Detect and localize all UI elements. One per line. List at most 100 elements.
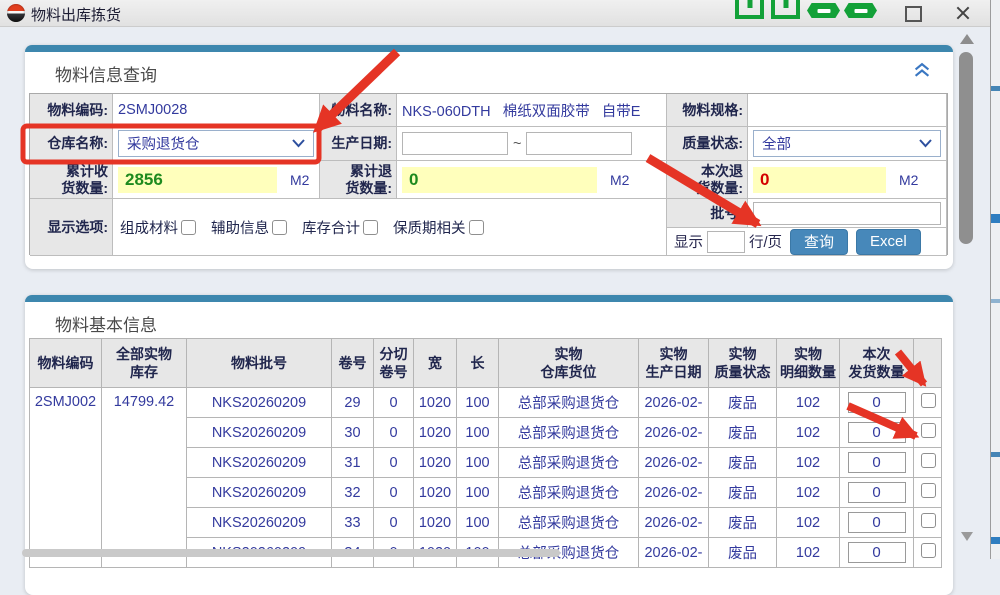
col-width: 宽 <box>414 339 457 388</box>
query-button[interactable]: 查询 <box>790 229 848 255</box>
production-date-label: 生产日期: <box>320 127 397 161</box>
scrollbar-down-arrow[interactable] <box>961 532 973 541</box>
background-window-fragment <box>991 86 1000 91</box>
query-form: 物料编码: 2SMJ0028 物料名称: NKS-060DTH 棉纸双面胶带 自… <box>29 93 948 255</box>
ship-qty-input[interactable] <box>848 422 906 443</box>
cell-qty: 102 <box>777 388 840 418</box>
ship-qty-input[interactable] <box>848 392 906 413</box>
cell-location: 总部采购退货仓 <box>499 508 639 538</box>
ship-qty-input[interactable] <box>848 482 906 503</box>
compose-material-checkbox[interactable] <box>181 220 196 235</box>
row-select-checkbox[interactable] <box>921 393 936 408</box>
cell-date: 2026-02- <box>639 508 709 538</box>
background-window-fragment <box>991 299 1000 303</box>
cell-slit: 0 <box>374 448 414 478</box>
table-row: 2SMJ002 14799.42 NKS20260209 29 0 1020 1… <box>30 388 942 418</box>
col-production-date: 实物 生产日期 <box>639 339 709 388</box>
option-label: 组成材料 <box>120 217 178 238</box>
window-title: 物料出库拣货 <box>31 4 121 25</box>
cell-roll: 32 <box>332 478 374 508</box>
warehouse-selected-value: 采购退货仓 <box>127 133 200 154</box>
shelf-life-checkbox[interactable] <box>469 220 484 235</box>
app-logo-icon <box>7 4 25 22</box>
option-aux-info: 辅助信息 <box>211 217 287 238</box>
cell-date: 2026-02- <box>639 418 709 448</box>
quality-selected-value: 全部 <box>762 133 791 154</box>
material-code-label: 物料编码: <box>30 94 113 127</box>
titlebar-toolbar-icons <box>735 0 881 22</box>
cell-slit: 0 <box>374 508 414 538</box>
cell-quality: 废品 <box>709 478 777 508</box>
cell-roll: 31 <box>332 448 374 478</box>
cell-length: 100 <box>457 508 499 538</box>
row-select-checkbox[interactable] <box>921 543 936 558</box>
col-slit-roll-no: 分切 卷号 <box>374 339 414 388</box>
option-label: 保质期相关 <box>393 217 466 238</box>
warehouse-label: 仓库名称: <box>30 127 113 161</box>
page-size-input[interactable] <box>707 231 745 253</box>
horizontal-scrollbar-thumb[interactable] <box>22 549 560 557</box>
cell-width: 1020 <box>414 418 457 448</box>
cell-quality: 废品 <box>709 508 777 538</box>
cell-width: 1020 <box>414 508 457 538</box>
date-range-separator: ~ <box>513 136 521 152</box>
col-quality-status: 实物 质量状态 <box>709 339 777 388</box>
batch-no-label: 批号: <box>667 199 748 228</box>
returned-qty-value: 0 <box>402 167 597 193</box>
warehouse-select[interactable]: 采购退货仓 <box>118 130 314 157</box>
option-stock-total: 库存合计 <box>302 217 378 238</box>
cell-slit: 0 <box>374 478 414 508</box>
cell-date: 2026-02- <box>639 538 709 568</box>
excel-button[interactable]: Excel <box>856 229 921 255</box>
material-code-value: 2SMJ0028 <box>113 94 320 127</box>
tape-icon <box>807 3 840 18</box>
cell-width: 1020 <box>414 478 457 508</box>
cell-batch: NKS20260209 <box>187 508 332 538</box>
date-from-input[interactable] <box>402 132 508 155</box>
col-warehouse-location: 实物 仓库货位 <box>499 339 639 388</box>
page-size-suffix: 行/页 <box>749 231 782 252</box>
cell-quality: 废品 <box>709 418 777 448</box>
query-panel: 物料信息查询 物料编码: 2SMJ0028 物料名称: NKS-060DTH 棉… <box>25 45 953 269</box>
cell-quality: 废品 <box>709 388 777 418</box>
cell-qty: 102 <box>777 418 840 448</box>
cell-slit: 0 <box>374 388 414 418</box>
cell-length: 100 <box>457 388 499 418</box>
row-select-checkbox[interactable] <box>921 483 936 498</box>
ship-qty-input[interactable] <box>848 452 906 473</box>
ship-qty-input[interactable] <box>848 542 906 563</box>
vertical-scrollbar-thumb[interactable] <box>959 52 973 244</box>
option-label: 辅助信息 <box>211 217 269 238</box>
batch-no-input[interactable] <box>753 202 941 225</box>
aux-info-checkbox[interactable] <box>272 220 287 235</box>
background-window-fragment <box>991 452 1000 457</box>
returned-qty-unit: M2 <box>610 172 629 188</box>
display-options-group: 组成材料 辅助信息 库存合计 保质期相关 <box>113 199 667 256</box>
query-panel-title: 物料信息查询 <box>55 61 157 86</box>
option-shelf-life: 保质期相关 <box>393 217 484 238</box>
quality-status-select[interactable]: 全部 <box>753 130 941 157</box>
stock-total-checkbox[interactable] <box>363 220 378 235</box>
cell-qty: 102 <box>777 448 840 478</box>
row-select-checkbox[interactable] <box>921 423 936 438</box>
chevron-double-up-icon[interactable] <box>913 62 931 78</box>
cell-qty: 102 <box>777 478 840 508</box>
cell-date: 2026-02- <box>639 448 709 478</box>
cell-material-code: 2SMJ002 <box>30 388 102 568</box>
pagination-bar: 显示 行/页 查询 Excel <box>667 228 947 256</box>
clipboard-icon <box>771 0 800 19</box>
col-ship-qty: 本次 发货数量 <box>840 339 914 388</box>
row-select-checkbox[interactable] <box>921 513 936 528</box>
tape-icon <box>844 3 877 18</box>
option-compose-material: 组成材料 <box>120 217 196 238</box>
cell-location: 总部采购退货仓 <box>499 418 639 448</box>
material-spec-label: 物料规格: <box>667 94 748 127</box>
cell-batch: NKS20260209 <box>187 448 332 478</box>
scrollbar-up-arrow[interactable] <box>960 34 974 44</box>
ship-qty-input[interactable] <box>848 512 906 533</box>
row-select-checkbox[interactable] <box>921 453 936 468</box>
cell-location: 总部采购退货仓 <box>499 388 639 418</box>
maximize-button[interactable] <box>905 6 922 22</box>
close-button[interactable] <box>955 5 971 21</box>
date-to-input[interactable] <box>526 132 632 155</box>
